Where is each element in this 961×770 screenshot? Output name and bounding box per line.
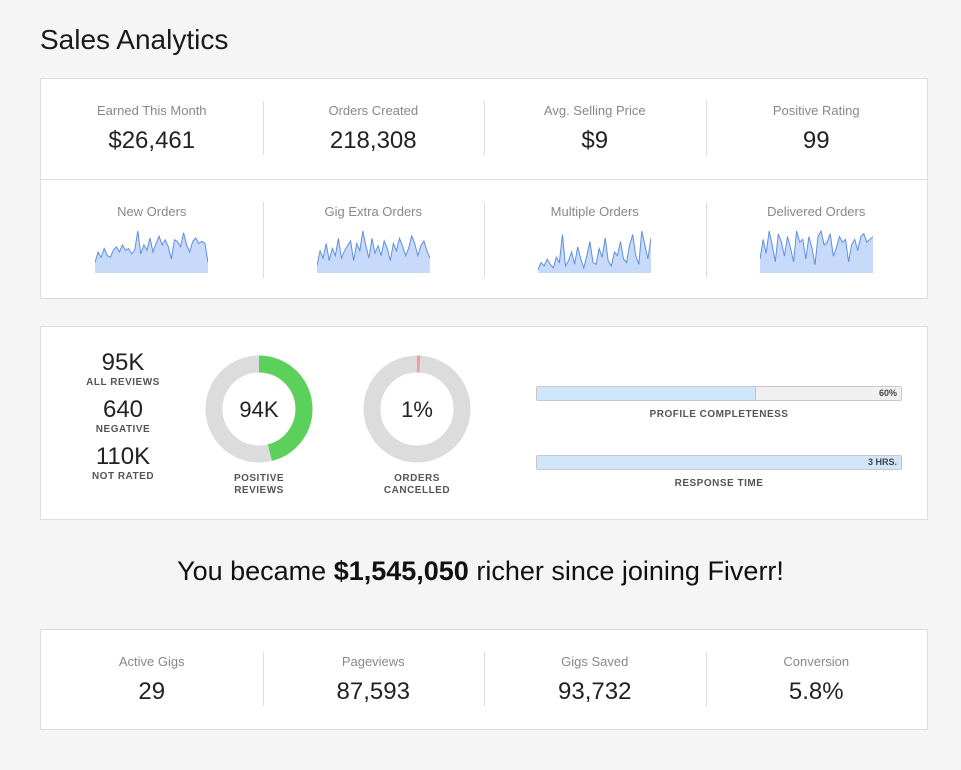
positive-reviews-ring: 94K (205, 355, 313, 463)
gig-stats-card: Active Gigs 29 Pageviews 87,593 Gigs Sav… (40, 629, 928, 730)
stat-earned-this-month: Earned This Month $26,461 (41, 79, 263, 179)
not-rated-label: NOT RATED (91, 471, 155, 482)
sparkline-area (95, 231, 209, 273)
progress-fill (537, 456, 902, 469)
stat-conversion: Conversion 5.8% (705, 630, 928, 730)
donut-label: ORDERS CANCELLED (362, 473, 472, 497)
stat-pageviews: Pageviews 87,593 (262, 630, 485, 730)
sparkline-area (538, 231, 652, 273)
progress-caption: PROFILE COMPLETENESS (649, 409, 789, 420)
banner-amount: $1,545,050 (333, 556, 469, 586)
sparkline-row: New Orders Gig Extra Orders Multiple Ord… (41, 179, 927, 300)
sparkline-chart (95, 230, 209, 273)
sparkline-label: Gig Extra Orders (324, 204, 423, 219)
progress-bar: 3 HRS. (536, 455, 902, 470)
stat-value: $9 (581, 127, 609, 154)
reviews-card: 95K ALL REVIEWS 640 NEGATIVE 110K NOT RA… (40, 326, 928, 520)
donut-value: 94K (239, 397, 278, 422)
stat-value: $26,461 (108, 127, 196, 154)
all-reviews-count: 95K (101, 349, 145, 376)
donut-label-line: POSITIVE (233, 473, 285, 484)
sparkline-delivered-orders: Delivered Orders (705, 180, 928, 300)
sales-stats-card: Earned This Month $26,461 Orders Created… (40, 78, 928, 299)
response-time: 3 HRS. RESPONSE TIME (536, 455, 902, 489)
donut-label-line: REVIEWS (234, 485, 284, 496)
stat-value: 87,593 (336, 678, 410, 705)
stat-gigs-saved: Gigs Saved 93,732 (484, 630, 706, 730)
profile-completeness: 60% PROFILE COMPLETENESS (536, 386, 902, 420)
sparkline-chart (538, 230, 652, 273)
stat-value: 93,732 (558, 678, 632, 705)
sparkline-new-orders: New Orders (41, 180, 263, 300)
stat-active-gigs: Active Gigs 29 (41, 630, 263, 730)
stat-label: Gigs Saved (561, 654, 629, 669)
stat-positive-rating: Positive Rating 99 (705, 79, 928, 179)
orders-cancelled-ring: 1% (363, 355, 471, 463)
stat-label: Earned This Month (96, 103, 207, 118)
donut-label-line: CANCELLED (383, 485, 451, 496)
stat-label: Conversion (783, 654, 850, 669)
sparkline-gig-extra-orders: Gig Extra Orders (262, 180, 485, 300)
all-reviews-label: ALL REVIEWS (86, 377, 160, 388)
not-rated-count: 110K (95, 443, 151, 470)
sparkline-label: Delivered Orders (767, 204, 866, 219)
positive-reviews-donut: 94K POSITIVE REVIEWS (204, 354, 314, 497)
stat-value: 29 (138, 678, 166, 705)
donut-label-line: ORDERS (394, 473, 440, 484)
progress-fill (537, 387, 757, 400)
donut-value: 1% (401, 397, 433, 422)
stat-avg-selling-price: Avg. Selling Price $9 (484, 79, 706, 179)
orders-cancelled-donut: 1% ORDERS CANCELLED (362, 354, 472, 497)
earnings-banner: You became $1,545,050 richer since joini… (0, 556, 961, 587)
stat-label: Avg. Selling Price (543, 103, 646, 118)
progress-text: 3 HRS. (867, 457, 897, 467)
sparkline-multiple-orders: Multiple Orders (484, 180, 706, 300)
stat-value: 218,308 (329, 127, 417, 154)
stat-label: Orders Created (328, 103, 419, 118)
stat-label: Pageviews (341, 654, 405, 669)
sparkline-chart (759, 229, 873, 273)
progress-caption: RESPONSE TIME (674, 478, 764, 489)
banner-prefix: You became (177, 556, 334, 586)
stat-value: 99 (802, 127, 830, 154)
sparkline-label: Multiple Orders (550, 204, 639, 219)
progress-bar: 60% (536, 386, 902, 401)
page-title: Sales Analytics (40, 24, 229, 55)
negative-label: NEGATIVE (95, 424, 151, 435)
top-stats-row: Earned This Month $26,461 Orders Created… (41, 79, 927, 179)
negative-count: 640 (102, 396, 144, 423)
review-counts: 95K ALL REVIEWS 640 NEGATIVE 110K NOT RA… (81, 349, 165, 490)
banner-suffix: richer since joining Fiverr! (468, 556, 784, 586)
stat-orders-created: Orders Created 218,308 (262, 79, 485, 179)
stat-value: 5.8% (788, 678, 844, 705)
bottom-stats-row: Active Gigs 29 Pageviews 87,593 Gigs Sav… (41, 630, 927, 730)
progress-text: 60% (878, 388, 897, 398)
sparkline-label: New Orders (117, 204, 187, 219)
donut-label: POSITIVE REVIEWS (204, 473, 314, 497)
stat-label: Positive Rating (772, 103, 860, 118)
sparkline-chart (316, 230, 430, 273)
stat-label: Active Gigs (118, 654, 185, 669)
